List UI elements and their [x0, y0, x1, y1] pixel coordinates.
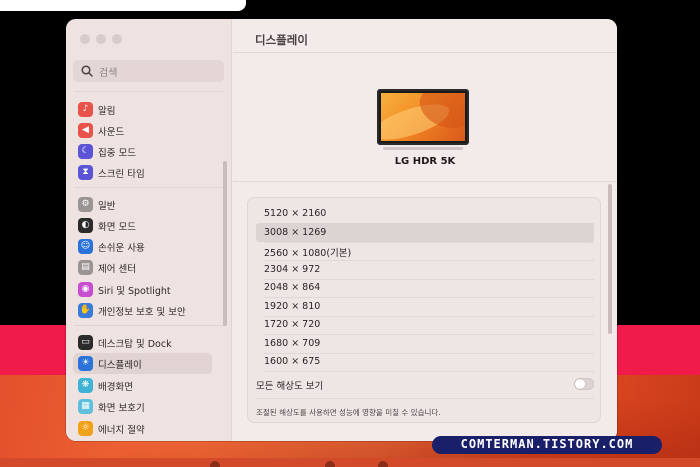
- search-input[interactable]: 검색: [73, 60, 224, 82]
- sidebar-item[interactable]: ❋ 배경화면: [73, 375, 212, 396]
- appearance-icon: ◐: [78, 218, 93, 233]
- close-button[interactable]: [80, 34, 90, 44]
- resolution-label: 2304 × 972: [264, 263, 321, 275]
- page-title: 디스플레이: [255, 33, 308, 47]
- sidebar-item[interactable]: ☺ 손쉬운 사용: [73, 236, 212, 257]
- resolution-label: 3008 × 1269: [264, 226, 327, 238]
- sidebar-item-label: 사운드: [98, 127, 125, 138]
- resolution-option[interactable]: 2560 × 1080(기본): [256, 241, 594, 260]
- siri-icon: ◉: [78, 282, 93, 297]
- minimize-button[interactable]: [96, 34, 106, 44]
- speaker-icon: ◀: [78, 123, 93, 138]
- resolution-option[interactable]: 5120 × 2160: [256, 204, 594, 223]
- sidebar-item-label: 집중 모드: [98, 148, 136, 159]
- sidebar-item[interactable]: ✋ 개인정보 보호 및 보안: [73, 300, 212, 321]
- sidebar-item[interactable]: ☼ 에너지 절약: [73, 418, 212, 439]
- resolution-option[interactable]: 1680 × 709: [256, 334, 594, 353]
- watermark: COMTERMAN.TISTORY.COM: [432, 436, 662, 454]
- display-pane: 디스플레이 LG HDR 5K 5120 × 2160 3008 × 1269 25…: [233, 19, 617, 441]
- show-all-resolutions-label: 모든 해상도 보기: [256, 381, 324, 392]
- resolution-option[interactable]: 2304 × 972: [256, 260, 594, 279]
- monitor-icon[interactable]: [377, 89, 469, 145]
- sidebar-item[interactable]: ⧗ 스크린 타임: [73, 162, 212, 183]
- sidebar-item[interactable]: ◀ 사운드: [73, 120, 212, 141]
- sidebar-item[interactable]: ◐ 화면 모드: [73, 215, 212, 236]
- sidebar-item[interactable]: ▤ 제어 센터: [73, 257, 212, 278]
- dock-app-icon[interactable]: [378, 461, 388, 467]
- sidebar-item-label: 일반: [98, 201, 116, 212]
- sidebar-item-label: 알림: [98, 106, 116, 117]
- dock-icon: ▭: [78, 335, 93, 350]
- sidebar-item[interactable]: ▭ 데스크탑 및 Dock: [73, 332, 212, 353]
- resolution-label: 2048 × 864: [264, 282, 321, 293]
- divider: [256, 398, 594, 399]
- bulb-icon: ☼: [78, 421, 93, 436]
- moon-icon: ☾: [78, 144, 93, 159]
- gear-icon: ⚙: [78, 197, 93, 212]
- search-icon: [81, 65, 93, 77]
- sidebar-item-label: 개인정보 보호 및 보안: [98, 307, 186, 318]
- main-scrollbar[interactable]: [608, 184, 612, 334]
- divider: [74, 91, 224, 92]
- zoom-button[interactable]: [112, 34, 122, 44]
- sidebar-item-label: 디스플레이: [98, 360, 142, 371]
- sidebar-item-label: 손쉬운 사용: [98, 243, 145, 254]
- background-window-edge: [0, 0, 246, 11]
- screensaver-icon: ▦: [78, 399, 93, 414]
- hand-icon: ✋: [78, 303, 93, 318]
- performance-note: 조절된 해상도를 사용하면 성능에 영향을 미칠 수 있습니다.: [256, 408, 441, 417]
- sidebar-item[interactable]: ☾ 집중 모드: [73, 141, 212, 162]
- sidebar-item-label: 스크린 타임: [98, 169, 145, 180]
- sidebar-item-label: 제어 센터: [98, 264, 136, 275]
- sidebar-item-label: Siri 및 Spotlight: [98, 286, 171, 297]
- resolution-label: 1600 × 675: [264, 356, 321, 367]
- sidebar-item[interactable]: ▦ 화면 보호기: [73, 396, 212, 417]
- sidebar: 검색 ♪ 알림 ◀ 사운드 ☾ 집중 모드 ⧗ 스크린 타임 ⚙ 일반 ◐ 화면 모드 ☺ 손쉬운 사용 ▤…: [66, 19, 232, 441]
- hourglass-icon: ⧗: [78, 165, 93, 180]
- divider: [74, 325, 224, 326]
- resolution-label: 1680 × 709: [264, 337, 321, 349]
- divider: [233, 181, 617, 182]
- bell-icon: ♪: [78, 102, 93, 117]
- sidebar-item[interactable]: ◉ Siri 및 Spotlight: [73, 279, 212, 300]
- sidebar-item-label: 에너지 절약: [98, 425, 145, 436]
- dock-app-icon[interactable]: [210, 461, 220, 467]
- resolution-option[interactable]: 2048 × 864: [256, 278, 594, 297]
- sidebar-item[interactable]: ☀ 디스플레이: [73, 353, 212, 374]
- search-placeholder: 검색: [99, 68, 118, 79]
- monitor-name: LG HDR 5K: [394, 156, 456, 167]
- toggle-knob: [575, 379, 585, 389]
- monitor-stand: [383, 147, 463, 150]
- sidebar-item-label: 배경화면: [98, 382, 133, 393]
- divider: [233, 52, 617, 53]
- watermark-text: COMTERMAN.TISTORY.COM: [460, 437, 634, 451]
- divider: [74, 187, 224, 188]
- accessibility-icon: ☺: [78, 239, 93, 254]
- resolution-option[interactable]: 1600 × 675: [256, 352, 594, 371]
- sidebar-item-label: 화면 보호기: [98, 403, 145, 414]
- resolution-label: 1720 × 720: [264, 319, 321, 330]
- sidebar-item-label: 데스크탑 및 Dock: [98, 339, 172, 350]
- sidebar-item-label: 화면 모드: [98, 222, 136, 233]
- resolution-option[interactable]: 1920 × 810: [256, 297, 594, 316]
- resolution-label: 1920 × 810: [264, 300, 321, 312]
- resolution-label: 2560 × 1080(기본): [264, 248, 352, 259]
- sidebar-item[interactable]: ⚙ 일반: [73, 194, 212, 215]
- monitor-wallpaper: [381, 93, 465, 141]
- sun-icon: ☀: [78, 356, 93, 371]
- sidebar-scrollbar[interactable]: [223, 161, 227, 326]
- resolution-panel: 5120 × 2160 3008 × 1269 2560 × 1080(기본) 230…: [247, 197, 601, 423]
- resolution-option[interactable]: 3008 × 1269: [256, 222, 594, 242]
- sidebar-item[interactable]: ♪ 알림: [73, 99, 212, 120]
- resolution-option[interactable]: 1720 × 720: [256, 315, 594, 334]
- dock: [0, 458, 700, 467]
- show-all-resolutions-toggle[interactable]: [574, 378, 594, 390]
- dock-app-icon[interactable]: [325, 461, 335, 467]
- resolution-label: 5120 × 2160: [264, 208, 327, 219]
- control-center-icon: ▤: [78, 260, 93, 275]
- system-settings-window: 검색 ♪ 알림 ◀ 사운드 ☾ 집중 모드 ⧗ 스크린 타임 ⚙ 일반 ◐ 화면 모드 ☺ 손쉬운 사용 ▤…: [66, 19, 617, 441]
- row-divider: [264, 371, 594, 372]
- wallpaper-icon: ❋: [78, 378, 93, 393]
